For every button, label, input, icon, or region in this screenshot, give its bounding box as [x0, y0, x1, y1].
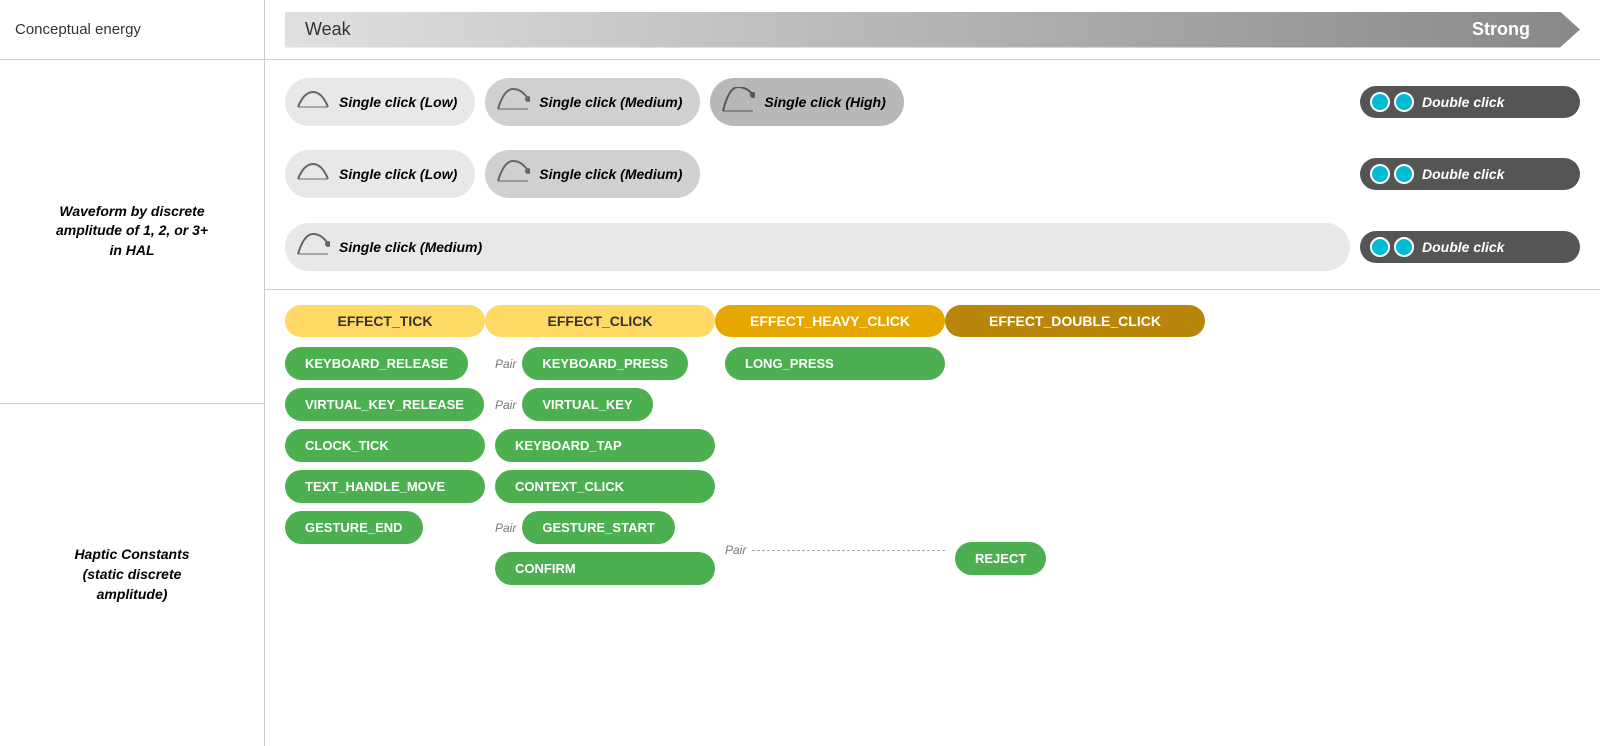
double-click-label-1: Double click [1422, 94, 1504, 110]
spacer-4 [725, 494, 945, 531]
dot-1-left [1370, 92, 1390, 112]
haptic-label-cell: Haptic Constants (static discrete amplit… [0, 404, 264, 746]
single-click-medium-3-large[interactable]: Single click (Medium) [285, 223, 1350, 271]
effect-double-label[interactable]: EFFECT_DOUBLE_CLICK [945, 305, 1205, 337]
gesture-start-row: Pair GESTURE_START [495, 511, 715, 544]
single-click-medium-label-2: Single click (Medium) [539, 166, 682, 182]
double-click-label-2: Double click [1422, 166, 1504, 182]
confirm-pair-row: Pair [725, 543, 945, 557]
gesture-end-btn[interactable]: GESTURE_END [285, 511, 423, 544]
clock-tick-btn[interactable]: CLOCK_TICK [285, 429, 485, 462]
double-click-pill-3[interactable]: Double click [1360, 231, 1580, 263]
waveform-label: Waveform by discrete amplitude of 1, 2, … [56, 202, 208, 261]
double-dots-3 [1370, 237, 1414, 257]
virtual-key-release-row: VIRTUAL_KEY_RELEASE [285, 388, 485, 421]
keyboard-tap-btn[interactable]: KEYBOARD_TAP [495, 429, 715, 462]
single-click-high-label-1: Single click (High) [764, 94, 885, 110]
context-click-btn[interactable]: CONTEXT_CLICK [495, 470, 715, 503]
low-wave-icon-2 [295, 156, 331, 192]
single-click-high-1[interactable]: Single click (High) [710, 78, 903, 126]
keyboard-press-btn[interactable]: KEYBOARD_PRESS [522, 347, 688, 380]
effect-click-label[interactable]: EFFECT_CLICK [485, 305, 715, 337]
double-dots-2 [1370, 164, 1414, 184]
single-click-low-2[interactable]: Single click (Low) [285, 150, 475, 198]
reject-btn[interactable]: REJECT [955, 542, 1046, 575]
single-click-low-label-2: Single click (Low) [339, 166, 457, 182]
dot-3-left [1370, 237, 1390, 257]
double-click-pill-2[interactable]: Double click [1360, 158, 1580, 190]
effect-heavy-label[interactable]: EFFECT_HEAVY_CLICK [715, 305, 945, 337]
waveform-label-cell: Waveform by discrete amplitude of 1, 2, … [0, 60, 264, 404]
conceptual-energy-text: Conceptual energy [15, 21, 141, 38]
pair-label-confirm: Pair [725, 543, 746, 557]
haptic-col-4: REJECT [945, 347, 1205, 575]
haptic-buttons-grid: KEYBOARD_RELEASE VIRTUAL_KEY_RELEASE CLO… [285, 347, 1580, 731]
medium-wave-icon-2 [495, 156, 531, 192]
gesture-end-row: GESTURE_END [285, 511, 485, 544]
text-handle-move-btn[interactable]: TEXT_HANDLE_MOVE [285, 470, 485, 503]
dot-2-left [1370, 164, 1390, 184]
dot-2-right [1394, 164, 1414, 184]
spacer-3 [725, 449, 945, 486]
energy-arrow: Weak Strong [285, 12, 1580, 48]
effect-labels-row: EFFECT_TICK EFFECT_CLICK EFFECT_HEAVY_CL… [285, 305, 1580, 337]
haptic-col-2: Pair KEYBOARD_PRESS Pair VIRTUAL_KEY KEY… [485, 347, 715, 585]
effect-heavy-cell: EFFECT_HEAVY_CLICK [715, 305, 945, 337]
energy-weak-label: Weak [305, 19, 351, 40]
double-dots-1 [1370, 92, 1414, 112]
single-click-medium-2[interactable]: Single click (Medium) [485, 150, 700, 198]
keyboard-release-row: KEYBOARD_RELEASE [285, 347, 485, 380]
left-column: Conceptual energy Waveform by discrete a… [0, 0, 265, 746]
medium-wave-icon-3 [295, 229, 331, 265]
effect-double-cell: EFFECT_DOUBLE_CLICK [945, 305, 1205, 337]
dot-1-right [1394, 92, 1414, 112]
long-press-btn[interactable]: LONG_PRESS [725, 347, 945, 380]
spacer-1 [725, 388, 945, 396]
low-wave-icon-1 [295, 84, 331, 120]
medium-wave-icon-1 [495, 84, 531, 120]
haptic-section: EFFECT_TICK EFFECT_CLICK EFFECT_HEAVY_CL… [265, 290, 1600, 746]
virtual-key-btn[interactable]: VIRTUAL_KEY [522, 388, 652, 421]
single-click-low-1[interactable]: Single click (Low) [285, 78, 475, 126]
double-click-pill-1[interactable]: Double click [1360, 86, 1580, 118]
keyboard-press-row: Pair KEYBOARD_PRESS [495, 347, 715, 380]
single-click-medium-label-1: Single click (Medium) [539, 94, 682, 110]
pair-label-virtual: Pair [495, 398, 516, 412]
virtual-key-row: Pair VIRTUAL_KEY [495, 388, 715, 421]
high-wave-icon-1 [720, 84, 756, 120]
dot-3-right [1394, 237, 1414, 257]
effect-click-cell: EFFECT_CLICK [485, 305, 715, 337]
pair-label-gesture: Pair [495, 521, 516, 535]
reject-wrapper: REJECT [955, 542, 1205, 575]
right-column: Weak Strong Single click (Low) [265, 0, 1600, 746]
keyboard-release-btn[interactable]: KEYBOARD_RELEASE [285, 347, 468, 380]
effect-tick-cell: EFFECT_TICK [285, 305, 485, 337]
haptic-label: Haptic Constants (static discrete amplit… [74, 545, 189, 604]
confirm-dashed-line [752, 550, 945, 551]
single-click-medium-1[interactable]: Single click (Medium) [485, 78, 700, 126]
spacer-2 [725, 404, 945, 441]
single-click-medium-label-3: Single click (Medium) [339, 239, 482, 255]
waveform-row-3: Single click (Medium) Double click [285, 215, 1580, 279]
waveform-row-1: Single click (Low) Single click (Medium) [285, 70, 1580, 134]
effect-tick-label[interactable]: EFFECT_TICK [285, 305, 485, 337]
waveform-section: Single click (Low) Single click (Medium) [265, 60, 1600, 290]
haptic-col-1: KEYBOARD_RELEASE VIRTUAL_KEY_RELEASE CLO… [285, 347, 485, 544]
confirm-btn[interactable]: CONFIRM [495, 552, 715, 585]
energy-bar-row: Weak Strong [265, 0, 1600, 60]
conceptual-energy-label: Conceptual energy [0, 0, 264, 60]
haptic-col-3: LONG_PRESS Pair [715, 347, 945, 557]
gesture-start-btn[interactable]: GESTURE_START [522, 511, 674, 544]
main-container: Conceptual energy Waveform by discrete a… [0, 0, 1600, 746]
virtual-key-release-btn[interactable]: VIRTUAL_KEY_RELEASE [285, 388, 484, 421]
waveform-row-2: Single click (Low) Single click (Medium) [285, 142, 1580, 206]
pair-label-keyboard: Pair [495, 357, 516, 371]
double-click-label-3: Double click [1422, 239, 1504, 255]
single-click-low-label-1: Single click (Low) [339, 94, 457, 110]
energy-strong-label: Strong [1472, 19, 1560, 40]
